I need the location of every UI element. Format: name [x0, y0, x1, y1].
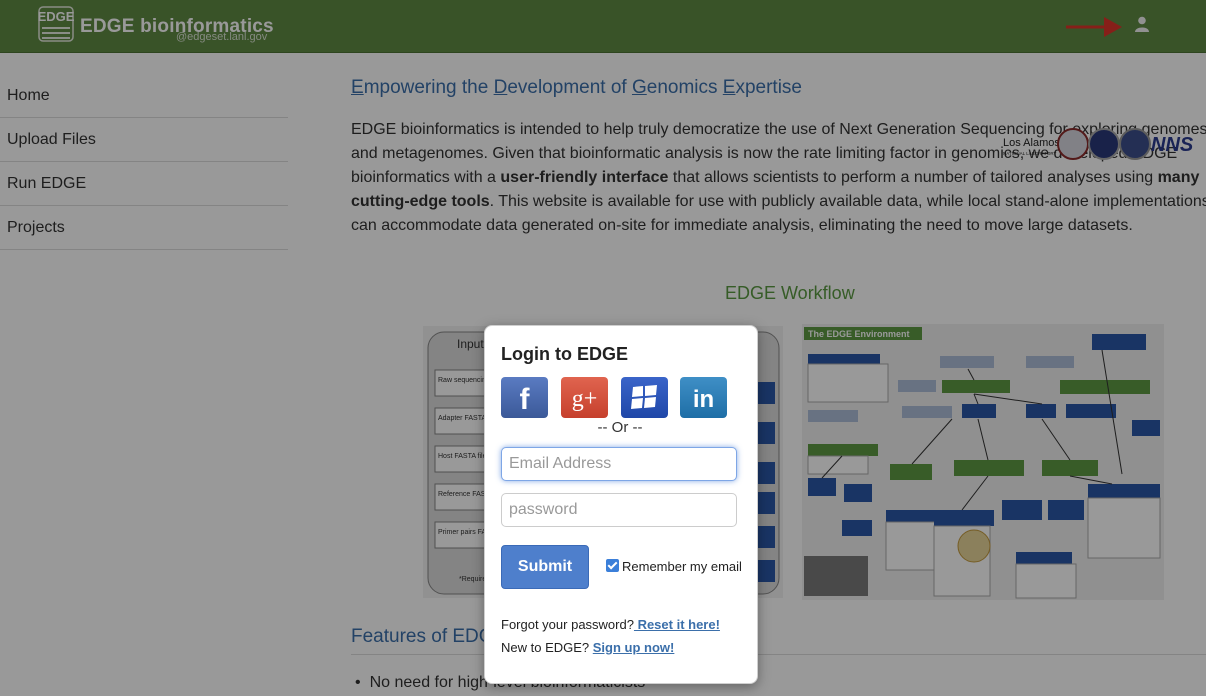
svg-text:g+: g+: [572, 386, 598, 412]
signup-link[interactable]: Sign up now!: [593, 640, 675, 655]
linkedin-login-button[interactable]: in: [680, 377, 727, 418]
reset-password-link[interactable]: Reset it here!: [634, 617, 720, 632]
remember-email-label: Remember my email: [622, 559, 742, 574]
svg-text:f: f: [520, 383, 531, 416]
signup-line: New to EDGE? Sign up now!: [501, 640, 675, 655]
email-input[interactable]: [501, 447, 737, 481]
facebook-icon: f: [520, 383, 531, 416]
google-plus-icon: g+: [572, 386, 598, 412]
windows-live-login-button[interactable]: [621, 377, 668, 418]
login-title: Login to EDGE: [501, 344, 628, 364]
linkedin-icon: in: [693, 386, 714, 413]
forgot-password-line: Forgot your password? Reset it here!: [501, 617, 720, 632]
windows-icon: [631, 385, 657, 409]
remember-email-checkbox[interactable]: [606, 559, 619, 572]
submit-button[interactable]: Submit: [501, 545, 589, 589]
google-plus-login-button[interactable]: g+: [561, 377, 608, 418]
facebook-login-button[interactable]: f: [501, 377, 548, 418]
or-separator: -- Or --: [597, 419, 643, 436]
svg-text:in: in: [693, 386, 714, 413]
password-input[interactable]: [501, 493, 737, 527]
remember-email-toggle[interactable]: Remember my email: [606, 559, 742, 574]
login-modal: Login to EDGE f g+ in -- Or -- Submit Re…: [484, 325, 758, 684]
